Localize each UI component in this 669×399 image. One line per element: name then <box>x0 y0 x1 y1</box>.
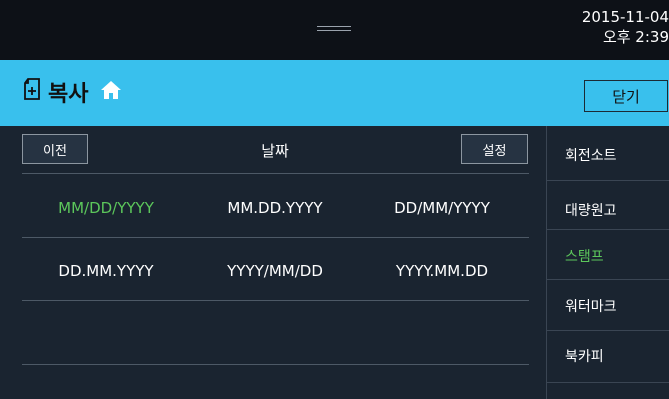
sidebar-item-watermark[interactable]: 워터마크 <box>565 296 617 316</box>
header-bar: 복사 닫기 <box>0 60 669 126</box>
drag-handle[interactable] <box>317 26 351 34</box>
divider <box>547 382 669 383</box>
divider <box>22 300 529 301</box>
home-icon[interactable] <box>100 80 122 104</box>
status-date: 2015-11-04 <box>581 8 669 26</box>
close-button[interactable]: 닫기 <box>584 80 668 112</box>
divider <box>547 330 669 331</box>
column-title: 날짜 <box>261 142 289 160</box>
title-group: 복사 <box>22 77 122 107</box>
sidebar: 회전소트 대량원고 스탬프 워터마크 북카피 <box>546 126 669 399</box>
status-bar: 2015-11-04 오후 2:39 <box>0 0 669 60</box>
format-option[interactable]: YYYY.MM.DD <box>372 262 512 280</box>
divider <box>547 229 669 230</box>
divider <box>22 364 529 365</box>
divider <box>547 279 669 280</box>
settings-button[interactable]: 설정 <box>461 134 528 164</box>
prev-button[interactable]: 이전 <box>22 134 88 164</box>
format-option[interactable]: YYYY/MM/DD <box>205 262 345 280</box>
date-format-panel: 이전 날짜 설정 MM/DD/YYYY MM.DD.YYYY DD/MM/YYY… <box>0 126 546 399</box>
page-title: 복사 <box>48 82 89 107</box>
sidebar-item-stamp[interactable]: 스탬프 <box>565 246 604 266</box>
format-option[interactable]: DD.MM.YYYY <box>36 262 176 280</box>
divider <box>22 237 529 238</box>
divider <box>547 180 669 181</box>
format-option-selected[interactable]: MM/DD/YYYY <box>36 199 176 217</box>
status-time: 오후 2:39 <box>602 28 669 46</box>
sidebar-item-rotate-sort[interactable]: 회전소트 <box>565 145 617 165</box>
format-option[interactable]: DD/MM/YYYY <box>372 199 512 217</box>
sidebar-item-bulk-originals[interactable]: 대량원고 <box>565 200 617 220</box>
divider <box>22 173 529 174</box>
clock: 2015-11-04 오후 2:39 <box>582 7 669 47</box>
sidebar-item-book-copy[interactable]: 북카피 <box>565 346 604 366</box>
copy-document-icon <box>22 77 42 107</box>
format-option[interactable]: MM.DD.YYYY <box>205 199 345 217</box>
